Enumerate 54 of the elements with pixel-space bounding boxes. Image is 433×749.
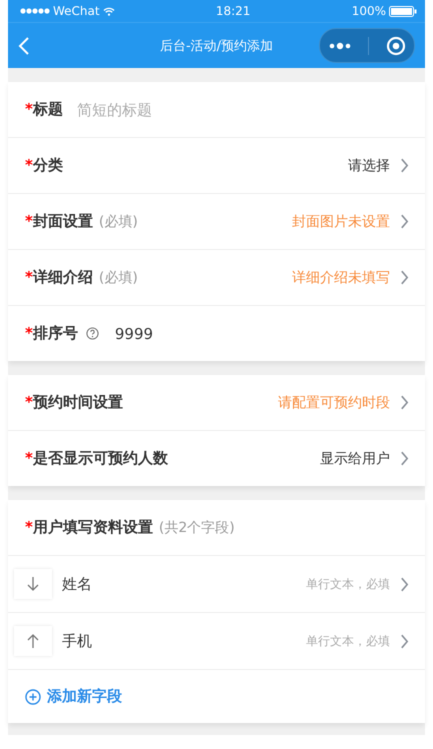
page-title: 后台-活动/预约添加 — [160, 38, 274, 54]
field-label: 分类 — [32, 156, 63, 175]
required-mark: * — [25, 393, 33, 411]
field-hint: (必填) — [98, 268, 138, 286]
select-value[interactable]: 详细介绍未填写 — [292, 268, 409, 286]
chevron-right-icon — [400, 395, 409, 410]
arrow-down-icon — [27, 576, 39, 592]
signal-icon — [20, 8, 50, 14]
required-mark: * — [25, 324, 33, 342]
required-mark: * — [25, 156, 33, 174]
move-button[interactable] — [14, 569, 52, 599]
required-mark: * — [25, 100, 33, 118]
chevron-right-icon — [400, 451, 409, 466]
plus-circle-icon — [25, 688, 41, 704]
required-mark: * — [25, 449, 33, 467]
field-name: 手机 — [62, 632, 92, 650]
field-label: 用户填写资料设置 — [32, 518, 153, 537]
field-detail[interactable]: 单行文本，必填 — [306, 576, 409, 592]
chevron-right-icon — [400, 214, 409, 229]
required-mark: * — [25, 212, 33, 230]
field-detail[interactable]: 单行文本，必填 — [306, 632, 409, 650]
field-label: 封面设置 — [32, 212, 93, 231]
chevron-right-icon — [400, 634, 409, 648]
text-input[interactable]: 9999 — [114, 324, 409, 342]
help-icon[interactable] — [86, 327, 99, 340]
required-mark: * — [25, 268, 33, 286]
field-label: 详细介绍 — [32, 268, 93, 287]
required-mark: * — [25, 518, 33, 536]
select-value[interactable]: 封面图片未设置 — [292, 212, 409, 230]
back-icon[interactable] — [18, 36, 30, 56]
add-field-button[interactable]: 添加新字段 — [25, 687, 122, 706]
select-value[interactable]: 显示给用户 — [320, 450, 409, 468]
battery-icon — [389, 6, 417, 16]
battery-percent: 100% — [352, 4, 386, 18]
chevron-right-icon — [400, 158, 409, 173]
field-hint: (共2个字段) — [158, 518, 235, 536]
close-target-icon[interactable] — [386, 36, 406, 56]
select-value[interactable]: 请选择 — [348, 156, 409, 174]
move-button[interactable] — [14, 626, 52, 656]
clock-time: 18:21 — [216, 4, 250, 18]
field-label: 预约时间设置 — [32, 393, 123, 412]
field-name: 姓名 — [62, 574, 92, 594]
field-label: 标题 — [32, 100, 63, 119]
chevron-right-icon — [400, 576, 409, 592]
carrier-name: WeChat — [53, 4, 100, 18]
wifi-icon — [102, 6, 115, 16]
more-icon[interactable] — [328, 42, 350, 50]
field-label: 排序号 — [32, 324, 78, 343]
chevron-right-icon — [400, 270, 409, 285]
field-label: 是否显示可预约人数 — [32, 449, 168, 468]
arrow-up-icon — [27, 633, 39, 649]
text-input[interactable]: 简短的标题 — [76, 100, 409, 118]
select-value[interactable]: 请配置可预约时段 — [278, 394, 409, 412]
field-hint: (必填) — [98, 212, 138, 230]
